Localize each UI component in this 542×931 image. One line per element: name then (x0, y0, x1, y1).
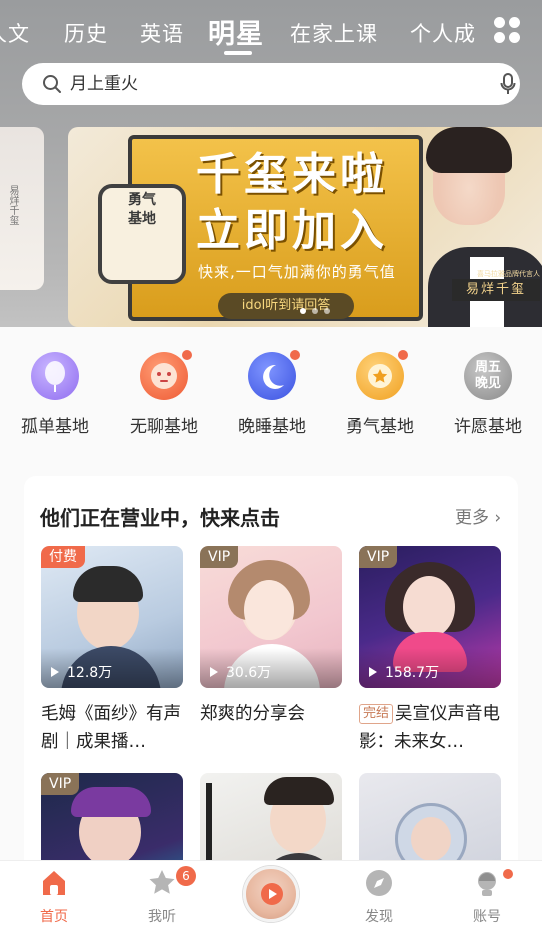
banner-pagination (300, 308, 330, 316)
category-lonely[interactable]: 孤单基地 (1, 352, 109, 437)
search-icon (43, 75, 61, 93)
search-input[interactable] (70, 69, 470, 99)
vip-tag: VIP (41, 773, 80, 795)
banner-headline: 千玺来啦 立即加入 (196, 147, 388, 259)
category-bored[interactable]: 无聊基地 (110, 350, 218, 437)
cover-face (403, 576, 455, 638)
play-icon (210, 667, 218, 677)
tab-celebrity[interactable]: 明星 (208, 12, 264, 51)
bored-face-icon (140, 350, 192, 400)
album-cover[interactable]: 付费 12.8万 (41, 546, 183, 688)
nav-home[interactable]: 首页 (14, 868, 94, 926)
completed-badge: 完结 (359, 704, 394, 724)
vip-tag: VIP (200, 546, 239, 568)
bored-face-glyph (151, 363, 177, 389)
tab-history[interactable]: 历史 (64, 18, 108, 48)
cover-hair (264, 777, 334, 805)
vip-tag: VIP (359, 546, 398, 568)
nav-mine-label: 我听 (148, 909, 176, 925)
friday-night-icon: 周五晚见 (464, 352, 512, 400)
category-label: 孤单基地 (21, 417, 89, 437)
play-count: 30.6万 (210, 662, 271, 682)
category-label: 勇气基地 (346, 417, 414, 437)
banner-subline: 快来,一口气加满你的勇气值 (198, 263, 396, 281)
banner-headline-line2: 立即加入 (196, 205, 388, 256)
album-cover[interactable]: VIP 30.6万 (200, 546, 342, 688)
banner-headline-line1: 千玺来啦 (196, 149, 388, 200)
promo-banner[interactable]: 勇气基地 千玺来啦 立即加入 快来,一口气加满你的勇气值 idol听到请回答 喜… (68, 127, 542, 327)
nav-discover[interactable]: 发现 (339, 868, 419, 926)
cover-face (244, 580, 294, 640)
album-title[interactable]: 毛姆《面纱》有声剧｜成果播… (41, 700, 183, 756)
play-count-value: 158.7万 (385, 665, 440, 681)
previous-banner-peek[interactable]: 易烊千玺 (0, 127, 44, 290)
account-notification-dot (503, 869, 513, 879)
notification-dot (398, 350, 408, 360)
play-count-value: 12.8万 (67, 665, 113, 681)
moon-icon (248, 350, 300, 400)
category-courage[interactable]: 勇气基地 (326, 350, 434, 437)
now-playing-button[interactable] (243, 866, 299, 922)
star-icon (149, 870, 175, 894)
tab-home-class[interactable]: 在家上课 (290, 18, 378, 48)
medal-icon (356, 350, 408, 400)
notification-dot (290, 350, 300, 360)
star-name: 易烊千玺 (452, 279, 540, 301)
category-label: 晚睡基地 (238, 417, 306, 437)
active-tab-indicator (224, 51, 252, 55)
cover-hair (71, 787, 151, 817)
album-cover[interactable]: VIP 158.7万 (359, 546, 501, 688)
cover-face (411, 817, 451, 861)
play-count-value: 30.6万 (226, 665, 272, 681)
tab-humanities[interactable]: 人文 (0, 18, 30, 48)
nav-account-label: 账号 (473, 909, 501, 925)
user-icon (478, 872, 496, 896)
album-title[interactable]: 完结 吴宣仪声音电影：未来女… (359, 700, 501, 756)
paid-tag: 付费 (41, 546, 85, 568)
banner-badge-text: 勇气基地 (128, 192, 156, 227)
cover-hair (73, 566, 143, 602)
moon-glyph (263, 364, 284, 389)
tab-english[interactable]: 英语 (140, 18, 184, 48)
category-label: 许愿基地 (454, 417, 522, 437)
medal-glyph (368, 364, 392, 388)
all-categories-icon[interactable] (494, 17, 522, 45)
star-hair (426, 127, 512, 173)
play-icon (51, 667, 59, 677)
nav-discover-label: 发现 (365, 909, 393, 925)
microphone-icon[interactable] (500, 73, 516, 95)
category-label: 无聊基地 (130, 417, 198, 437)
notification-badge: 6 (176, 866, 196, 886)
category-wish[interactable]: 周五晚见 许愿基地 (434, 352, 542, 437)
notification-dot (182, 350, 192, 360)
nav-home-label: 首页 (40, 909, 68, 925)
nav-account[interactable]: 账号 (447, 868, 527, 926)
balloon-glyph (45, 361, 65, 392)
search-bar[interactable] (22, 63, 520, 105)
more-link[interactable]: 更多 › (455, 503, 501, 528)
category-late-night[interactable]: 晚睡基地 (218, 350, 326, 437)
play-count: 12.8万 (51, 662, 112, 682)
album-title[interactable]: 郑爽的分享会 (200, 700, 342, 728)
home-icon (43, 871, 65, 895)
play-icon (369, 667, 377, 677)
cover-calligraphy (206, 783, 256, 863)
play-count: 158.7万 (369, 662, 439, 682)
tab-personal[interactable]: 个人成 (410, 18, 476, 48)
category-tabs: 人文 历史 英语 明星 在家上课 个人成 (0, 0, 542, 60)
banner-pill: idol听到请回答 (218, 293, 354, 319)
star-endorser-tag: 喜马拉雅品牌代言人 (477, 270, 540, 278)
compass-icon (366, 870, 392, 896)
balloon-icon (31, 352, 79, 400)
icon-text: 周五晚见 (474, 360, 501, 391)
section-title: 他们正在营业中，快来点击 (40, 506, 280, 530)
play-icon (261, 883, 283, 905)
